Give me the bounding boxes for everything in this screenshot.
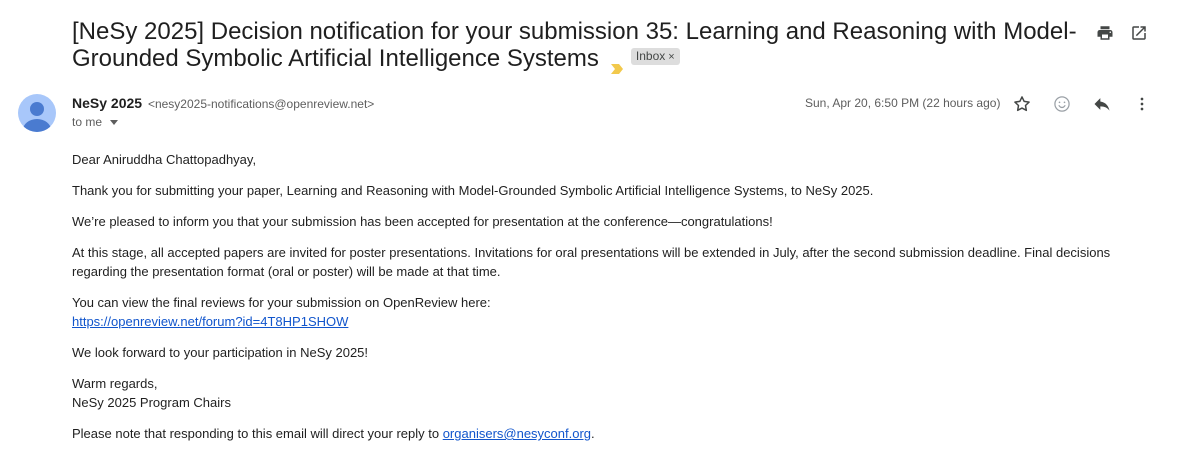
importance-marker-icon[interactable] (610, 53, 623, 74)
email-date: Sun, Apr 20, 6:50 PM (22 hours ago) (805, 96, 1001, 110)
openreview-link[interactable]: https://openreview.net/forum?id=4T8HP1SH… (72, 314, 348, 329)
body-paragraph-2: We’re pleased to inform you that your su… (72, 214, 773, 229)
body-paragraph-4: You can view the final reviews for your … (72, 293, 1142, 331)
recipient-details-toggle[interactable]: to me (72, 115, 119, 129)
note-end: . (591, 426, 595, 441)
thread-actions (1096, 24, 1148, 42)
person-icon (23, 102, 51, 132)
inbox-label-chip: Inbox × (630, 48, 680, 66)
print-icon[interactable] (1096, 24, 1114, 42)
organisers-email-link[interactable]: organisers@nesyconf.org (443, 426, 591, 441)
body-paragraph-5: We look forward to your participation in… (72, 345, 369, 360)
email-subject: [NeSy 2025] Decision notification for yo… (72, 18, 1082, 74)
signature: NeSy 2025 Program Chairs (72, 395, 231, 410)
star-icon[interactable] (1012, 94, 1032, 114)
greeting: Dear Aniruddha Chattopadhyay, (72, 152, 257, 167)
recipient-text: to me (72, 115, 103, 129)
email-body: Dear Aniruddha Chattopadhyay, Thank you … (72, 150, 1142, 455)
sender-avatar[interactable] (18, 94, 56, 132)
chevron-down-icon (110, 119, 119, 125)
sender-line: NeSy 2025 <nesy2025-notifications@openre… (72, 95, 374, 111)
note-text: Please note that responding to this emai… (72, 426, 443, 441)
reviews-text: You can view the final reviews for your … (72, 295, 491, 310)
body-paragraph-3: At this stage, all accepted papers are i… (72, 245, 1111, 279)
sender-name[interactable]: NeSy 2025 (72, 95, 142, 111)
closing: Warm regards, (72, 376, 158, 391)
inbox-label-text: Inbox (635, 49, 666, 64)
emoji-reaction-icon[interactable] (1052, 94, 1072, 114)
more-vertical-icon[interactable] (1132, 94, 1152, 114)
open-in-new-window-icon[interactable] (1130, 24, 1148, 42)
reply-note: Please note that responding to this emai… (72, 424, 1142, 443)
subject-text: [NeSy 2025] Decision notification for yo… (72, 18, 1077, 72)
message-actions (1012, 94, 1152, 114)
remove-label-button[interactable]: × (668, 51, 674, 63)
reply-icon[interactable] (1092, 94, 1112, 114)
body-paragraph-1: Thank you for submitting your paper, Lea… (72, 183, 874, 198)
sender-address: <nesy2025-notifications@openreview.net> (147, 97, 375, 111)
sign-off: Warm regards, NeSy 2025 Program Chairs (72, 374, 1142, 412)
